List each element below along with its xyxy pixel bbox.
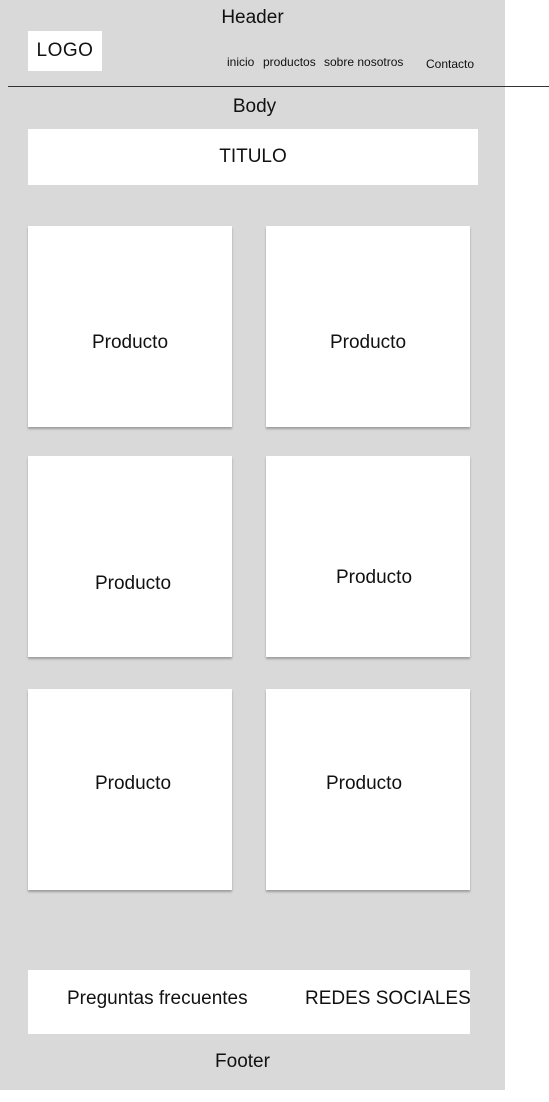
product-label: Producto [94,772,172,794]
header-divider [8,86,549,87]
product-card[interactable]: Producto [266,226,470,427]
product-label: Producto [94,572,172,594]
product-card[interactable]: Producto [28,226,232,427]
body-label: Body [232,96,277,117]
product-card[interactable]: Producto [28,689,232,890]
nav-link-productos[interactable]: productos [263,55,316,69]
product-label: Producto [329,331,407,353]
nav-link-inicio[interactable]: inicio [227,55,254,69]
nav-link-contacto[interactable]: Contacto [426,57,474,71]
nav-link-sobre-nosotros[interactable]: sobre nosotros [324,55,403,69]
footer-link-social[interactable]: REDES SOCIALES [305,988,471,1010]
product-label: Producto [325,772,403,794]
logo[interactable]: LOGO [28,31,102,71]
product-card[interactable]: Producto [28,456,232,657]
footer-label: Footer [215,1051,270,1072]
product-card[interactable]: Producto [266,456,470,657]
product-label: Producto [335,566,413,588]
footer-link-faq[interactable]: Preguntas frecuentes [67,988,248,1010]
product-label: Producto [91,331,169,353]
page-title: TITULO [28,129,478,185]
product-card[interactable]: Producto [266,689,470,890]
footer-bar: Preguntas frecuentes REDES SOCIALES [28,970,471,1034]
header-label: Header [221,7,284,28]
